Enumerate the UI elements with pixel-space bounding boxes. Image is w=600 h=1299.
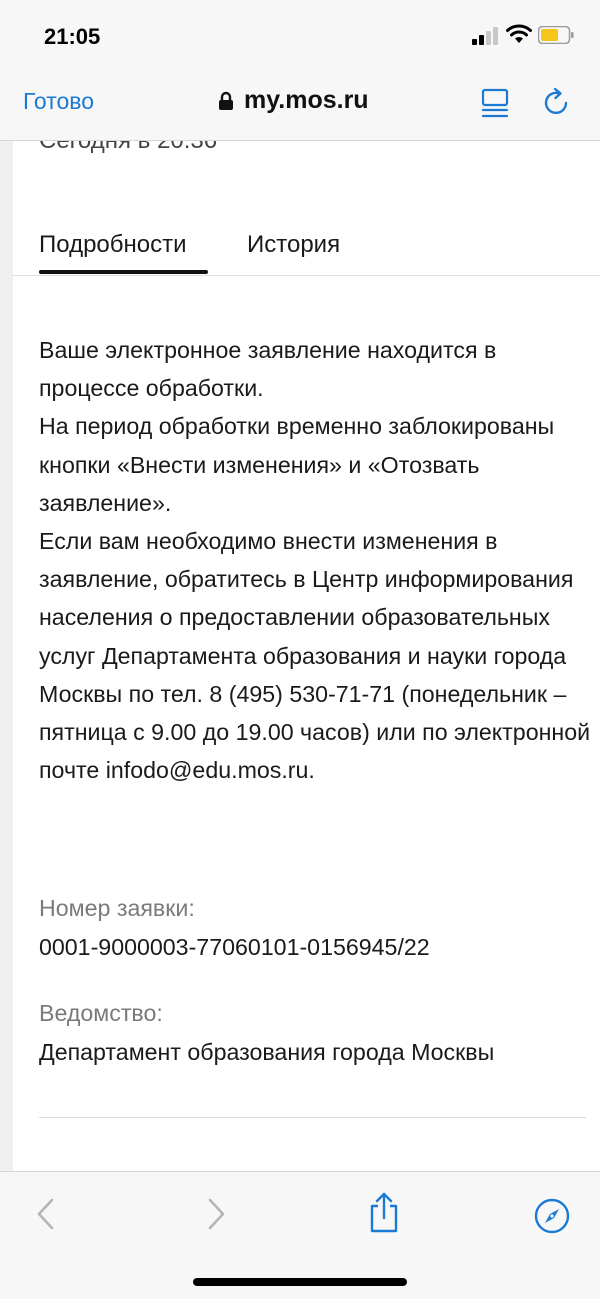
reader-icon[interactable] bbox=[481, 88, 509, 118]
battery-icon bbox=[538, 26, 574, 44]
compass-icon[interactable] bbox=[533, 1197, 571, 1235]
web-page: Сегодня в 20:36 Подробности История Ваше… bbox=[13, 141, 600, 1171]
paragraph-contact: Если вам необходимо внести изменения в з… bbox=[39, 528, 591, 784]
back-icon[interactable] bbox=[34, 1196, 58, 1232]
tab-details[interactable]: Подробности bbox=[39, 231, 187, 259]
tab-history[interactable]: История bbox=[247, 231, 340, 259]
status-time: 21:05 bbox=[44, 24, 101, 49]
lock-icon bbox=[219, 91, 233, 110]
signal-icon bbox=[472, 27, 500, 45]
tab-bar: Подробности История bbox=[13, 219, 600, 276]
wifi-icon bbox=[506, 24, 532, 43]
status-description: Ваше электронное заявление находится в п… bbox=[39, 331, 591, 789]
request-number-value: 0001-9000003-77060101-0156945/22 bbox=[39, 934, 430, 960]
request-number-label: Номер заявки: bbox=[39, 895, 195, 921]
department-label: Ведомство: bbox=[39, 1000, 163, 1026]
forward-icon[interactable] bbox=[204, 1196, 228, 1232]
paragraph-processing: Ваше электронное заявление находится в п… bbox=[39, 337, 497, 402]
url-address[interactable]: my.mos.ru bbox=[244, 86, 369, 115]
status-date: Сегодня в 20:36 bbox=[39, 141, 217, 155]
active-tab-indicator bbox=[39, 270, 208, 274]
home-indicator bbox=[193, 1278, 407, 1286]
browser-header: Готово my.mos.ru bbox=[0, 72, 600, 141]
done-button[interactable]: Готово bbox=[23, 88, 94, 115]
paragraph-blocked: На период обработки временно заблокирова… bbox=[39, 413, 555, 516]
status-bar: 21:05 bbox=[0, 0, 600, 72]
reload-icon[interactable] bbox=[541, 86, 573, 118]
share-icon[interactable] bbox=[366, 1192, 402, 1234]
page-left-gutter bbox=[0, 141, 13, 1171]
department-value: Департамент образования города Москвы bbox=[39, 1039, 495, 1065]
section-divider bbox=[39, 1117, 586, 1118]
